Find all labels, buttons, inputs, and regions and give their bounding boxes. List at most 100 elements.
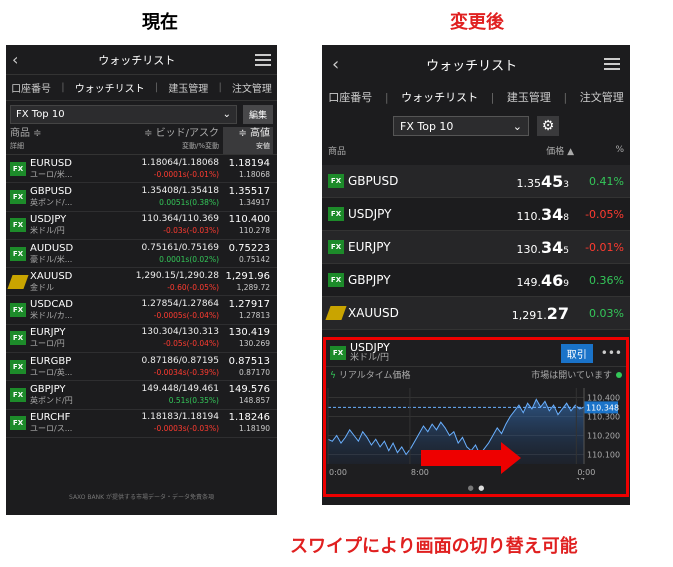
- page-title: ウォッチリスト: [98, 53, 176, 67]
- symbol-desc: 金ドル: [30, 282, 54, 292]
- gear-icon[interactable]: ⚙: [537, 116, 559, 136]
- y-tick-label: 110.300: [587, 413, 620, 422]
- price: 130.345: [516, 237, 570, 257]
- list-item[interactable]: FX GBPJPY 149.469 0.36%: [322, 264, 630, 297]
- high: 1.27917: [228, 299, 270, 311]
- tab-positions[interactable]: 建玉管理: [507, 89, 551, 105]
- fx-icon: FX: [10, 303, 26, 318]
- bid-ask: 1.35408/1.35418: [141, 185, 219, 196]
- symbol: USDJPY: [348, 207, 392, 221]
- symbol-desc: ユーロ/円: [30, 339, 65, 349]
- symbol: GBPJPY: [348, 273, 391, 287]
- col-bid-ask[interactable]: ≑ ビッド/アスク 変動/%変動: [100, 127, 223, 154]
- table-row[interactable]: FX GBPJPY 英ポンド/円 149.448/149.461 0.51s(0.35%…: [6, 381, 277, 410]
- table-row[interactable]: FX EURGBP ユーロ/英... 0.87186/0.87195 -0.0034s(…: [6, 353, 277, 382]
- nav-bar: ‹ ウォッチリスト: [6, 45, 277, 75]
- instrument-card[interactable]: FX USDJPY 米ドル/円 取引 ••• ϟ リアルタイム価格 市場は開いてい…: [323, 337, 629, 497]
- symbol-desc: ユーロ/ス...: [30, 424, 73, 434]
- edit-button[interactable]: 編集: [243, 104, 273, 124]
- table-row[interactable]: FX USDCAD 米ドル/カ... 1.27854/1.27864 -0.0005s(…: [6, 296, 277, 325]
- bid-ask: 0.75161/0.75169: [141, 242, 219, 253]
- change: -0.0001s(-0.01%): [153, 169, 219, 179]
- column-header: 商品 ≑ 詳細 ≑ ビッド/アスク 変動/%変動 ≑ 高値 安値: [6, 127, 277, 155]
- price: 1,291.27: [511, 303, 569, 323]
- fx-icon: FX: [10, 161, 26, 176]
- low: 110.278: [238, 226, 270, 236]
- change: -0.03s(-0.03%): [163, 226, 219, 236]
- phone-current: ‹ ウォッチリスト 口座番号 | ウォッチリスト | 建玉管理 | 注文管理 FX T…: [6, 45, 277, 515]
- status-dot-icon: [616, 371, 622, 378]
- symbol: AUDUSD: [30, 242, 74, 254]
- low: 1.27813: [238, 311, 270, 321]
- price-chart[interactable]: 110.400 110.300 110.200 110.100 110.348 0:00 8…: [326, 382, 626, 480]
- card-desc: 米ドル/円: [350, 353, 390, 363]
- x-tick-extra: 17: [576, 477, 585, 480]
- table-row[interactable]: FX AUDUSD 豪ドル/米... 0.75161/0.75169 0.0001s(0…: [6, 240, 277, 269]
- col-name[interactable]: 商品 ≑ 詳細: [10, 127, 100, 154]
- symbol-desc: 米ドル/円: [30, 226, 65, 236]
- symbol-desc: 米ドル/カ...: [30, 311, 73, 321]
- menu-icon[interactable]: [255, 53, 271, 66]
- list-item[interactable]: FX USDJPY 110.348 -0.05%: [322, 198, 630, 231]
- col-price[interactable]: 価格 ▲: [464, 144, 574, 157]
- tab-orders[interactable]: 注文管理: [580, 89, 624, 105]
- table-row[interactable]: FX GBPUSD 英ポンド/... 1.35408/1.35418 0.0051s(0…: [6, 183, 277, 212]
- tab-account[interactable]: 口座番号: [328, 89, 372, 105]
- back-chevron-icon[interactable]: ‹: [332, 54, 339, 75]
- symbol-desc: 英ポンド/...: [30, 197, 73, 207]
- change: -0.05s(-0.04%): [163, 339, 219, 349]
- list-item[interactable]: XAUUSD 1,291.27 0.03%: [322, 297, 630, 330]
- table-row[interactable]: FX EURCHF ユーロ/ス... 1.18183/1.18194 -0.0003s(…: [6, 410, 277, 438]
- list-item[interactable]: FX GBPUSD 1.35453 0.41%: [322, 165, 630, 198]
- col-high[interactable]: ≑ 高値 安値: [223, 127, 273, 154]
- change: 0.51s(0.35%): [168, 396, 219, 406]
- y-tick-label: 110.400: [587, 394, 620, 403]
- symbol: GBPUSD: [348, 174, 399, 188]
- current-price-label: 110.348: [586, 403, 619, 412]
- symbol: GBPUSD: [30, 185, 73, 197]
- trade-button[interactable]: 取引: [560, 343, 593, 363]
- tab-account[interactable]: 口座番号: [11, 80, 51, 95]
- symbol: XAUUSD: [348, 306, 399, 320]
- realtime-label: リアルタイム価格: [338, 371, 411, 381]
- col-name[interactable]: 商品: [328, 144, 464, 157]
- watchlist-select[interactable]: FX Top 10 ⌄: [393, 116, 529, 136]
- low: 1.18190: [238, 424, 270, 434]
- y-tick-label: 110.200: [587, 432, 620, 441]
- change-pct: -0.01%: [585, 240, 624, 254]
- more-icon[interactable]: •••: [601, 346, 622, 360]
- column-header: 商品 価格 ▲ %: [322, 141, 630, 159]
- symbol: USDCAD: [30, 299, 73, 311]
- change-pct: 0.36%: [589, 273, 624, 287]
- change-pct: 0.41%: [589, 174, 624, 188]
- high: 130.419: [228, 327, 270, 339]
- gold-icon: [7, 274, 29, 289]
- change: -0.0005s(-0.04%): [153, 311, 219, 321]
- back-chevron-icon[interactable]: ‹: [12, 50, 18, 69]
- menu-icon[interactable]: [604, 58, 620, 70]
- tab-orders[interactable]: 注文管理: [232, 80, 272, 95]
- disclaimer-link[interactable]: SAXO BANK が提供する市場データ・データ免責条項: [6, 492, 277, 501]
- tab-positions[interactable]: 建玉管理: [168, 80, 208, 95]
- table-row[interactable]: XAUUSD 金ドル 1,290.15/1,290.28 -0.60(-0.05%) 1…: [6, 268, 277, 297]
- low: 148.857: [238, 396, 270, 406]
- col-pct[interactable]: %: [574, 145, 624, 155]
- watchlist-select[interactable]: FX Top 10 ⌄: [10, 104, 237, 124]
- tab-watchlist[interactable]: ウォッチリスト: [75, 80, 145, 95]
- tab-bar: 口座番号 | ウォッチリスト | 建玉管理 | 注文管理: [328, 89, 624, 105]
- low: 1.34917: [238, 197, 270, 207]
- page-indicator[interactable]: ● ●: [326, 484, 626, 492]
- tab-watchlist[interactable]: ウォッチリスト: [401, 89, 478, 105]
- nav-bar: ‹ ウォッチリスト: [322, 45, 630, 83]
- table-row[interactable]: FX EURJPY ユーロ/円 130.304/130.313 -0.05s(-0.04…: [6, 325, 277, 354]
- table-row[interactable]: FX EURUSD ユーロ/米... 1.18064/1.18068 -0.0001s(…: [6, 155, 277, 184]
- list-item[interactable]: FX EURJPY 130.345 -0.01%: [322, 231, 630, 264]
- price: 110.348: [516, 204, 570, 224]
- caption-swipe: スワイプにより画面の切り替え可能: [290, 536, 578, 557]
- fx-icon: FX: [328, 207, 344, 221]
- table-row[interactable]: FX USDJPY 米ドル/円 110.364/110.369 -0.03s(-0.03…: [6, 212, 277, 240]
- low: 0.87170: [238, 367, 270, 377]
- bid-ask: 110.364/110.369: [141, 214, 219, 225]
- change: -0.0003s(-0.03%): [153, 424, 219, 434]
- change: -0.0034s(-0.39%): [153, 367, 219, 377]
